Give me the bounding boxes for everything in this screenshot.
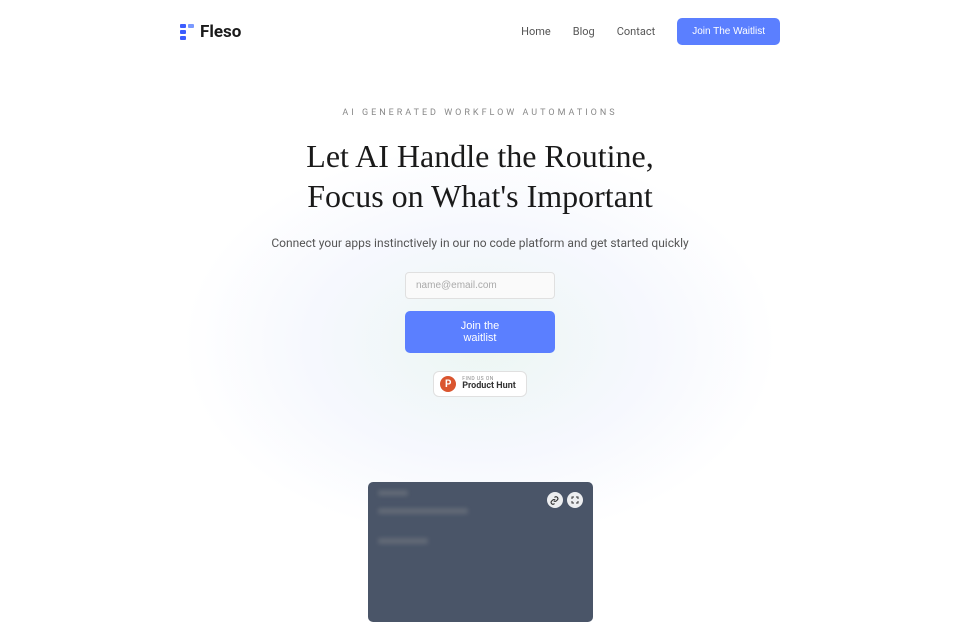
hero-title-line2: Focus on What's Important (307, 178, 653, 214)
hero-section: AI GENERATED WORKFLOW AUTOMATIONS Let AI… (0, 63, 960, 622)
hero-eyebrow: AI GENERATED WORKFLOW AUTOMATIONS (0, 108, 960, 118)
fullscreen-icon[interactable] (567, 492, 583, 508)
copy-link-icon[interactable] (547, 492, 563, 508)
product-hunt-badge[interactable]: P FIND US ON Product Hunt (433, 371, 527, 397)
hero-content: AI GENERATED WORKFLOW AUTOMATIONS Let AI… (0, 108, 960, 622)
video-controls (547, 492, 583, 508)
main-nav: Home Blog Contact Join The Waitlist (521, 18, 780, 45)
video-blur-content (378, 490, 468, 544)
brand-logo[interactable]: Fleso (180, 22, 241, 42)
join-waitlist-button[interactable]: Join the waitlist (405, 311, 555, 353)
email-input[interactable] (405, 272, 555, 299)
demo-video-preview[interactable] (368, 482, 593, 622)
logo-icon (180, 24, 194, 40)
blur-line (378, 508, 468, 514)
hero-title: Let AI Handle the Routine, Focus on What… (0, 136, 960, 216)
hero-title-line1: Let AI Handle the Routine, (306, 138, 653, 174)
blur-line (378, 490, 408, 496)
site-header: Fleso Home Blog Contact Join The Waitlis… (0, 0, 960, 63)
product-hunt-icon: P (440, 376, 456, 392)
brand-name: Fleso (200, 22, 241, 42)
product-hunt-name: Product Hunt (462, 382, 516, 391)
product-hunt-text: FIND US ON Product Hunt (462, 377, 516, 391)
hero-subtitle: Connect your apps instinctively in our n… (0, 236, 960, 250)
nav-blog[interactable]: Blog (573, 25, 595, 38)
blur-line (378, 538, 428, 544)
nav-home[interactable]: Home (521, 25, 551, 38)
header-waitlist-button[interactable]: Join The Waitlist (677, 18, 780, 45)
nav-contact[interactable]: Contact (617, 25, 655, 38)
